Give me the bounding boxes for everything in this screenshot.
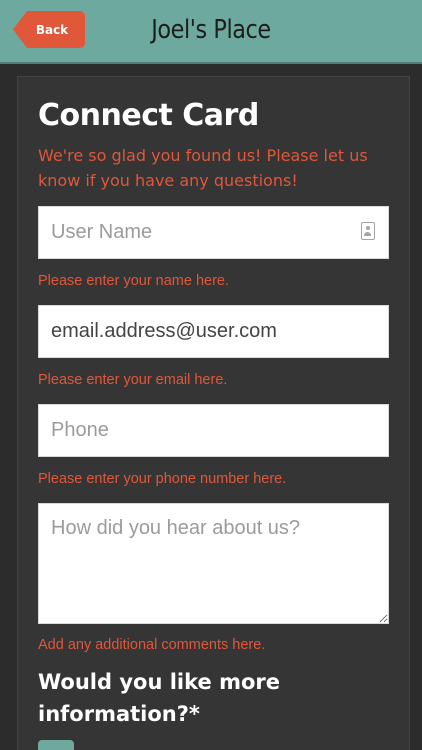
more-info-question: Would you like more information?* xyxy=(38,670,280,726)
user-name-input[interactable] xyxy=(38,206,389,259)
page-title: Joel's Place xyxy=(151,15,271,45)
email-hint: Please enter your email here. xyxy=(38,372,228,388)
phone-input[interactable] xyxy=(38,404,389,457)
form-subtitle: We're so glad you found us! Please let u… xyxy=(38,146,368,190)
comments-hint: Add any additional comments here. xyxy=(38,637,266,653)
user-name-hint: Please enter your name here. xyxy=(38,273,230,289)
comments-textarea[interactable] xyxy=(38,503,389,624)
form-title: Connect Card xyxy=(38,98,259,133)
more-info-checkbox[interactable] xyxy=(38,740,74,750)
contact-card-icon[interactable] xyxy=(361,222,375,240)
phone-hint: Please enter your phone number here. xyxy=(38,471,287,487)
email-input[interactable] xyxy=(38,305,389,358)
app-header: Back Joel's Place xyxy=(0,0,422,64)
